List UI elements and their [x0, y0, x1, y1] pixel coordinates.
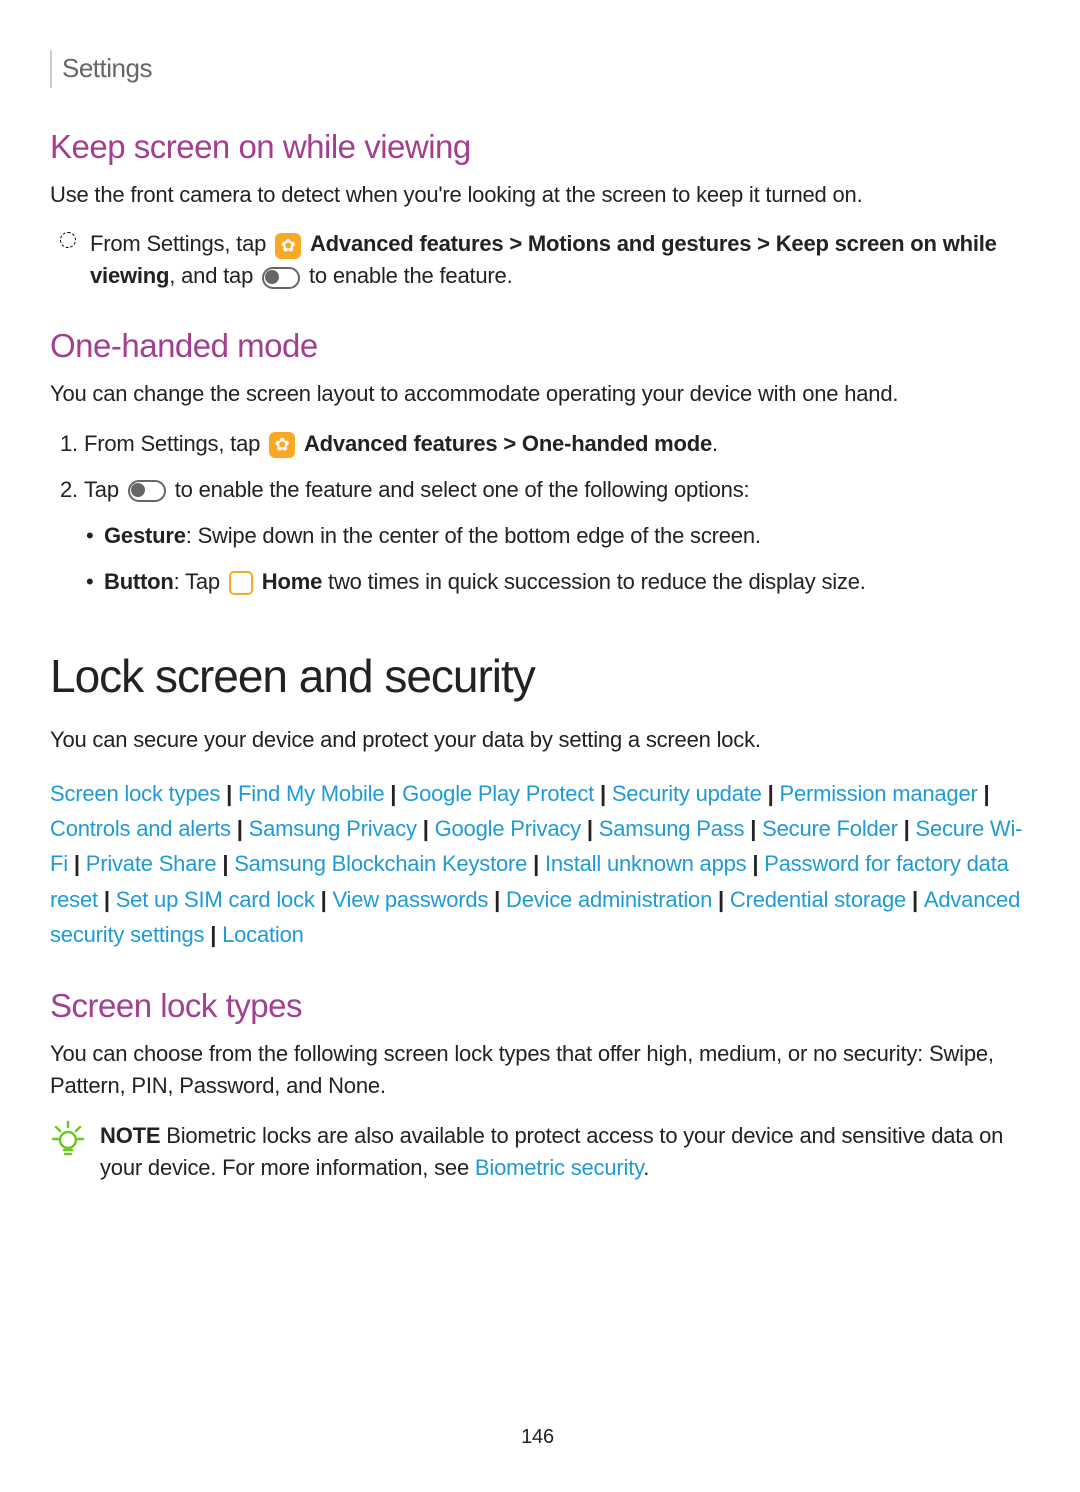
link-security-update[interactable]: Security update: [612, 781, 762, 806]
separator: |: [898, 816, 916, 841]
separator: |: [978, 781, 990, 806]
separator: |: [762, 781, 780, 806]
step-one-handed-1: From Settings, tap Advanced features > O…: [84, 428, 1025, 460]
text: From Settings, tap: [90, 231, 272, 256]
text: : Tap: [174, 569, 226, 594]
separator: |: [204, 922, 222, 947]
option-button: Button: Tap Home two times in quick succ…: [104, 566, 1025, 598]
link-credential-storage[interactable]: Credential storage: [730, 887, 906, 912]
text: From Settings, tap: [84, 431, 266, 456]
lightbulb-icon: [50, 1120, 86, 1166]
separator: |: [98, 887, 116, 912]
heading-one-handed: One-handed mode: [50, 322, 1025, 370]
home-icon: [229, 571, 253, 595]
link-device-administration[interactable]: Device administration: [506, 887, 712, 912]
separator: |: [315, 887, 333, 912]
link-samsung-privacy[interactable]: Samsung Privacy: [249, 816, 417, 841]
label: Button: [104, 569, 174, 594]
text: to enable the feature and select one of …: [175, 477, 750, 502]
toggle-icon: [262, 267, 300, 289]
text: to enable the feature.: [309, 263, 513, 288]
separator: |: [417, 816, 435, 841]
separator: |: [906, 887, 924, 912]
link-permission-manager[interactable]: Permission manager: [779, 781, 977, 806]
link-screen-lock-types[interactable]: Screen lock types: [50, 781, 220, 806]
label: Gesture: [104, 523, 186, 548]
link-set-up-sim-card-lock[interactable]: Set up SIM card lock: [116, 887, 315, 912]
desc-screen-lock-types: You can choose from the following screen…: [50, 1038, 1025, 1102]
separator: |: [712, 887, 730, 912]
separator: |: [384, 781, 402, 806]
heading-screen-lock-types: Screen lock types: [50, 982, 1025, 1030]
note-text-end: .: [643, 1155, 649, 1180]
text: .: [712, 431, 718, 456]
toggle-icon: [128, 480, 166, 502]
heading-keep-screen: Keep screen on while viewing: [50, 123, 1025, 171]
separator: |: [744, 816, 762, 841]
separator: |: [527, 851, 545, 876]
link-location[interactable]: Location: [222, 922, 304, 947]
text: : Swipe down in the center of the bottom…: [186, 523, 761, 548]
link-view-passwords[interactable]: View passwords: [332, 887, 488, 912]
text: , and tap: [169, 263, 259, 288]
link-biometric-security[interactable]: Biometric security: [475, 1155, 643, 1180]
link-google-play-protect[interactable]: Google Play Protect: [402, 781, 594, 806]
link-private-share[interactable]: Private Share: [86, 851, 217, 876]
gear-icon: [269, 432, 295, 458]
link-secure-folder[interactable]: Secure Folder: [762, 816, 898, 841]
note-label: NOTE: [100, 1123, 160, 1148]
separator: |: [220, 781, 238, 806]
text: two times in quick succession to reduce …: [328, 569, 866, 594]
desc-keep-screen: Use the front camera to detect when you'…: [50, 179, 1025, 211]
step-keep-screen: From Settings, tap Advanced features > M…: [90, 228, 1025, 292]
gear-icon: [275, 233, 301, 259]
link-google-privacy[interactable]: Google Privacy: [435, 816, 581, 841]
separator: |: [68, 851, 86, 876]
step-one-handed-2: Tap to enable the feature and select one…: [84, 474, 1025, 506]
separator: |: [488, 887, 506, 912]
page-header: Settings: [50, 50, 1025, 88]
desc-one-handed: You can change the screen layout to acco…: [50, 378, 1025, 410]
separator: |: [594, 781, 612, 806]
separator: |: [746, 851, 764, 876]
link-samsung-pass[interactable]: Samsung Pass: [599, 816, 745, 841]
link-controls-and-alerts[interactable]: Controls and alerts: [50, 816, 231, 841]
page-number: 146: [50, 1423, 1025, 1452]
separator: |: [216, 851, 234, 876]
option-gesture: Gesture: Swipe down in the center of the…: [104, 520, 1025, 552]
home-label: Home: [262, 569, 322, 594]
text: Tap: [84, 477, 125, 502]
separator: |: [231, 816, 249, 841]
header-title: Settings: [62, 53, 152, 83]
link-find-my-mobile[interactable]: Find My Mobile: [238, 781, 384, 806]
text-bold: Advanced features > One-handed mode: [304, 431, 712, 456]
circle-marker-icon: [60, 232, 76, 248]
note-block: NOTE Biometric locks are also available …: [50, 1120, 1025, 1184]
link-install-unknown-apps[interactable]: Install unknown apps: [545, 851, 746, 876]
links-block: Screen lock types | Find My Mobile | Goo…: [50, 776, 1025, 952]
separator: |: [581, 816, 599, 841]
heading-lock-security: Lock screen and security: [50, 643, 1025, 710]
link-samsung-blockchain-keystore[interactable]: Samsung Blockchain Keystore: [234, 851, 527, 876]
desc-lock-security: You can secure your device and protect y…: [50, 724, 1025, 756]
